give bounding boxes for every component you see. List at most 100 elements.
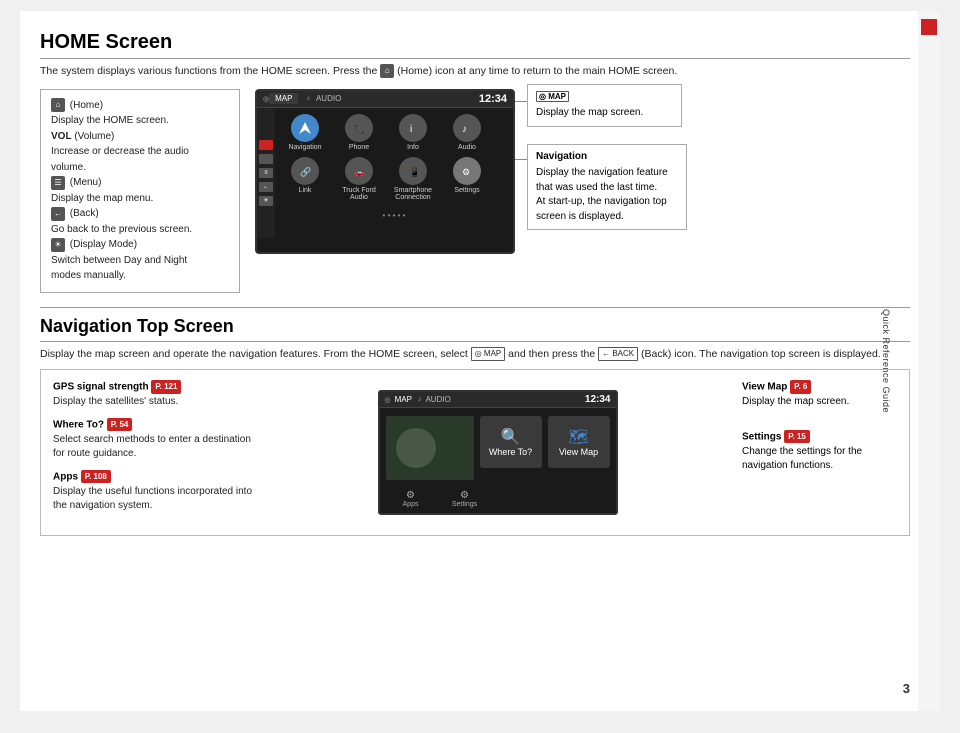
gps-annotation: GPS signal strength P. 121 Display the s… — [53, 380, 253, 409]
home-content-area: ⌂ (Home) Display the HOME screen. VOL (V… — [40, 89, 910, 293]
nav-right-annotations: View Map P. 6 Display the map screen. Se… — [742, 380, 897, 525]
info-label: Info — [389, 144, 437, 151]
map-annotation-box: ◎ MAP Display the map screen. — [527, 84, 682, 127]
grid-row-1: Navigation 📞 Phone — [281, 114, 507, 151]
side-btn-1 — [259, 140, 273, 150]
map-tab: MAP — [269, 93, 298, 104]
link-label: Link — [281, 187, 329, 194]
nav-section-title: Navigation Top Screen — [40, 316, 910, 342]
nav-screen-body: 🔍 Where To? 🗺 View Map — [380, 408, 616, 488]
nav-ann-title: Navigation — [536, 150, 678, 165]
home-screen-mockup-area: ◎ MAP ♪ AUDIO 12:34 ≡ — [255, 89, 910, 254]
side-btn-menu: ≡ — [259, 168, 273, 178]
nav-label: Navigation — [281, 144, 329, 151]
nav-annotation-box: Navigation Display the navigation featur… — [527, 144, 687, 231]
link-circle: 🔗 — [291, 157, 319, 185]
svg-text:📞: 📞 — [354, 122, 366, 135]
where-to-desc: Select search methods to enter a destina… — [53, 433, 253, 462]
back-icon: ← — [51, 207, 65, 221]
gps-page-ref: P. 121 — [151, 380, 181, 394]
map-select-badge: ◎ MAP — [471, 347, 506, 360]
nav-screen-header: ◎ MAP ♪ AUDIO 12:34 — [380, 392, 616, 408]
side-btn-back: ← — [259, 182, 273, 192]
apps-bottom-label: Apps — [386, 501, 436, 508]
side-buttons: ≡ ← ☀ — [257, 108, 275, 238]
svg-text:🔗: 🔗 — [300, 166, 311, 178]
nav-top-section: Navigation Top Screen Display the map sc… — [40, 316, 910, 537]
phone-circle: 📞 — [345, 114, 373, 142]
settings-bottom-label: Settings — [440, 501, 490, 508]
nav-audio-tab: AUDIO — [421, 394, 454, 405]
nav-section-desc: Display the map screen and operate the n… — [40, 347, 910, 362]
screen-header: ◎ MAP ♪ AUDIO 12:34 — [257, 91, 513, 108]
red-marker — [921, 19, 937, 35]
screen-time: 12:34 — [479, 93, 507, 105]
map-ann-title: ◎ MAP — [536, 90, 673, 105]
screen-body: ≡ ← ☀ — [257, 108, 513, 238]
view-map-ann-label: View Map P. 6 — [742, 380, 897, 395]
display-mode-icon: ☀ — [51, 238, 65, 252]
audio-label: Audio — [443, 144, 491, 151]
where-to-btn-icon: 🔍 — [501, 427, 521, 447]
svg-text:⚙: ⚙ — [462, 167, 470, 177]
info-grid-icon: i Info — [389, 114, 437, 151]
nav-circle — [291, 114, 319, 142]
phone-label: Phone — [335, 144, 383, 151]
view-map-annotation: View Map P. 6 Display the map screen. — [742, 380, 897, 409]
map-ann-text: Display the map screen. — [536, 106, 673, 121]
page-container: Quick Reference Guide HOME Screen The sy… — [20, 11, 940, 711]
view-map-btn-label: View Map — [559, 447, 598, 457]
where-to-page-ref: P. 54 — [107, 418, 133, 432]
nav-map-tab: MAP — [391, 394, 416, 405]
audio-circle: ♪ — [453, 114, 481, 142]
nav-bottom-bar: ⚙ Apps ⚙ Settings — [380, 488, 616, 510]
settings-bottom-icon: ⚙ Settings — [440, 490, 490, 508]
nav-left-annotations: GPS signal strength P. 121 Display the s… — [53, 380, 253, 525]
apps-annotation: Apps P. 108 Display the useful functions… — [53, 470, 253, 514]
gps-desc: Display the satellites' status. — [53, 395, 253, 410]
side-tab: Quick Reference Guide — [918, 11, 940, 711]
apps-label: Apps P. 108 — [53, 470, 253, 485]
settings-grid-icon: ⚙ Settings — [443, 157, 491, 201]
map-search-circle — [396, 428, 436, 468]
home-left-callout: ⌂ (Home) Display the HOME screen. VOL (V… — [40, 89, 240, 293]
smartphone-circle: 📱 — [399, 157, 427, 185]
apps-desc: Display the useful functions incorporate… — [53, 485, 253, 514]
home-icon: ⌂ — [51, 98, 65, 112]
gps-label: GPS signal strength P. 121 — [53, 380, 253, 395]
page-dots: • • • • • — [281, 207, 507, 221]
nav-diagram-box: GPS signal strength P. 121 Display the s… — [40, 369, 910, 536]
side-btn-display: ☀ — [259, 196, 273, 206]
settings-ann-desc: Change the settings for the navigation f… — [742, 445, 897, 474]
where-to-label: Where To? P. 54 — [53, 418, 253, 433]
settings-annotation: Settings P. 15 Change the settings for t… — [742, 430, 897, 474]
truck-circle: 🚗 — [345, 157, 373, 185]
nav-grid-icon: Navigation — [281, 114, 329, 151]
page-number: 3 — [903, 681, 910, 696]
svg-text:🚗: 🚗 — [354, 168, 364, 177]
icons-grid: Navigation 📞 Phone — [275, 108, 513, 238]
home-screen-section: HOME Screen The system displays various … — [40, 31, 910, 293]
section-divider — [40, 307, 910, 308]
home-icon-inline: ⌂ — [380, 64, 394, 78]
link-grid-icon: 🔗 Link — [281, 157, 329, 201]
home-screen-image: ◎ MAP ♪ AUDIO 12:34 ≡ — [255, 89, 515, 254]
home-section-desc: The system displays various functions fr… — [40, 64, 910, 79]
phone-grid-icon: 📞 Phone — [335, 114, 383, 151]
apps-page-ref: P. 108 — [81, 470, 111, 484]
nav-ann-text: Display the navigation feature that was … — [536, 166, 678, 224]
truck-grid-icon: 🚗 Truck Ford Audio — [335, 157, 383, 201]
where-to-btn[interactable]: 🔍 Where To? — [480, 416, 542, 468]
nav-annotation: Navigation Display the navigation featur… — [527, 144, 687, 231]
nav-screen-mockup: ◎ MAP ♪ AUDIO 12:34 🔍 — [378, 390, 618, 515]
svg-text:📱: 📱 — [409, 166, 420, 177]
svg-text:i: i — [410, 124, 412, 135]
menu-icon: ☰ — [51, 176, 65, 190]
nav-map-bg — [386, 416, 474, 480]
settings-circle: ⚙ — [453, 157, 481, 185]
back-select-badge: ← BACK — [598, 347, 638, 360]
view-map-btn-icon: 🗺 — [568, 427, 588, 447]
where-to-btn-label: Where To? — [489, 447, 532, 457]
nav-screen-time: 12:34 — [585, 394, 611, 405]
view-map-btn[interactable]: 🗺 View Map — [548, 416, 610, 468]
